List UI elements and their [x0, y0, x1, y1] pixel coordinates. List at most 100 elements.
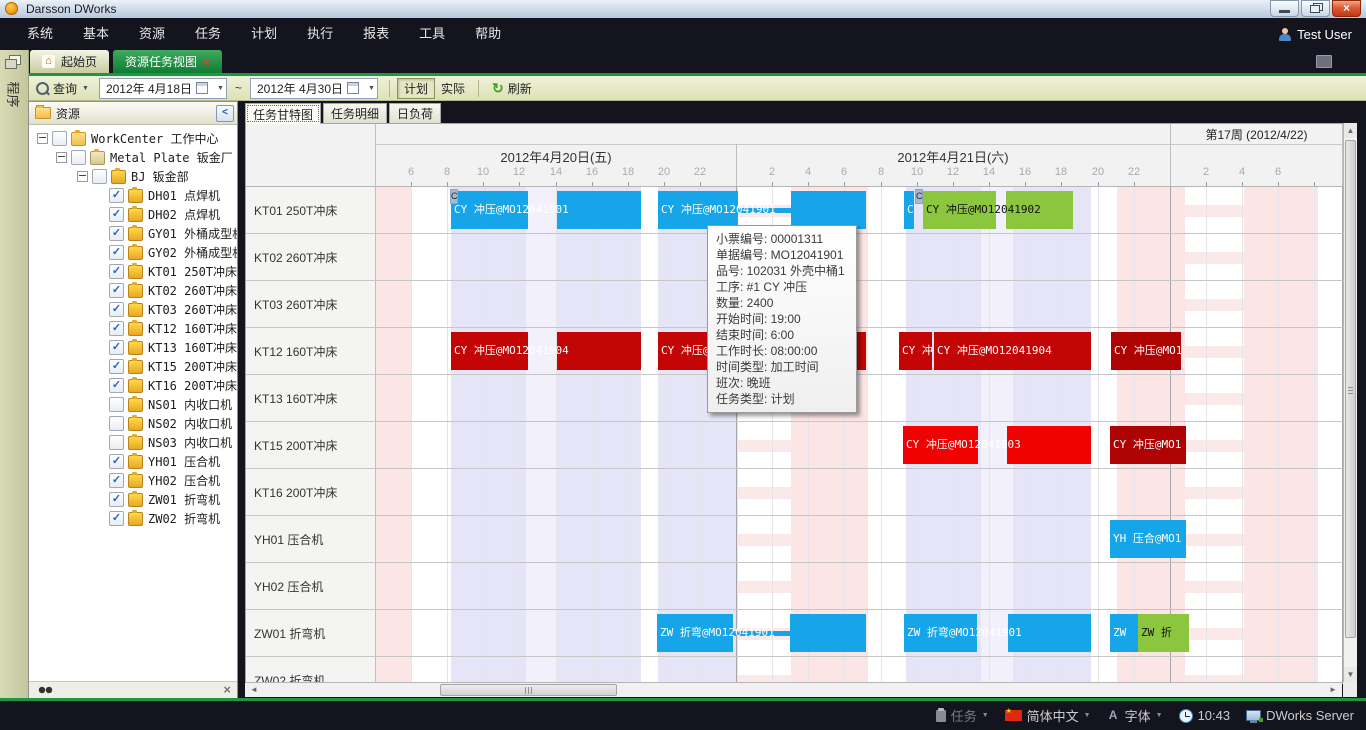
scroll-down-icon[interactable]: ▼ [1344, 667, 1357, 682]
vertical-scroll-thumb[interactable] [1345, 140, 1356, 638]
collapse-panel-button[interactable]: < [216, 105, 234, 122]
expand-toggle-icon[interactable] [77, 171, 88, 182]
close-icon[interactable]: × [203, 56, 210, 68]
tree-item-17[interactable]: ✓YH01 压合机 [29, 452, 237, 471]
task-bar[interactable]: C [904, 191, 914, 229]
tree-item-5[interactable]: ✓GY01 外桶成型机 [29, 224, 237, 243]
horizontal-scrollbar[interactable]: ◄ ► [245, 682, 1342, 697]
task-bar[interactable]: CY 冲压@MO12041902 [923, 191, 996, 229]
tree-checkbox[interactable] [109, 397, 124, 412]
menu-item-6[interactable]: 报表 [348, 18, 404, 50]
tab-0[interactable]: ⌂起始页 [30, 50, 109, 73]
tree-item-14[interactable]: NS01 内收口机 [29, 395, 237, 414]
tree-item-1[interactable]: Metal Plate 钣金厂 [29, 148, 237, 167]
statusbar-item-3[interactable]: 10:43 [1179, 708, 1231, 723]
task-bar[interactable]: ZW 折 [1138, 614, 1189, 652]
tree-checkbox[interactable]: ✓ [109, 492, 124, 507]
tab-1[interactable]: 资源任务视图× [113, 50, 222, 73]
statusbar-item-2[interactable]: 字体▼ [1107, 706, 1163, 725]
tree-item-11[interactable]: ✓KT13 160T冲床 [29, 338, 237, 357]
task-bar[interactable] [791, 191, 866, 229]
expand-toggle-icon[interactable] [37, 133, 48, 144]
restore-button[interactable] [1301, 0, 1330, 17]
task-bar[interactable] [557, 191, 641, 229]
task-bar[interactable]: CY 冲压@MO12041904 [451, 332, 528, 370]
tree-item-10[interactable]: ✓KT12 160T冲床 [29, 319, 237, 338]
gantt-subtab-1[interactable]: 任务明细 [323, 103, 387, 123]
tree-checkbox[interactable]: ✓ [109, 359, 124, 374]
task-handle[interactable]: C [450, 189, 458, 204]
user-info[interactable]: Test User [1279, 18, 1352, 50]
tree-checkbox[interactable] [109, 416, 124, 431]
tree-item-7[interactable]: ✓KT01 250T冲床 [29, 262, 237, 281]
date-to-field[interactable]: 2012年 4月30日 ▼ [250, 78, 378, 99]
horizontal-scroll-thumb[interactable] [440, 684, 617, 696]
tree-checkbox[interactable]: ✓ [109, 340, 124, 355]
tree-item-20[interactable]: ✓ZW02 折弯机 [29, 509, 237, 528]
tree-item-4[interactable]: ✓DH02 点焊机 [29, 205, 237, 224]
menu-item-8[interactable]: 帮助 [460, 18, 516, 50]
tree-checkbox[interactable]: ✓ [109, 454, 124, 469]
tree-checkbox[interactable]: ✓ [109, 283, 124, 298]
statusbar-item-0[interactable]: 任务▼ [936, 706, 989, 725]
scroll-up-icon[interactable]: ▲ [1344, 123, 1357, 138]
tree-item-2[interactable]: BJ 钣金部 [29, 167, 237, 186]
tree-item-8[interactable]: ✓KT02 260T冲床 [29, 281, 237, 300]
tree-checkbox[interactable]: ✓ [109, 245, 124, 260]
statusbar-item-4[interactable]: DWorks Server [1246, 708, 1354, 723]
vertical-scrollbar[interactable]: ▲ ▼ [1343, 123, 1357, 682]
menu-item-5[interactable]: 执行 [292, 18, 348, 50]
scroll-right-icon[interactable]: ► [1326, 683, 1340, 697]
task-bar[interactable] [557, 332, 641, 370]
tree-checkbox[interactable] [92, 169, 107, 184]
tree-item-15[interactable]: NS02 内收口机 [29, 414, 237, 433]
tree-item-6[interactable]: ✓GY02 外桶成型机 [29, 243, 237, 262]
plan-toggle-button[interactable]: 计划 [397, 78, 435, 99]
tree-checkbox[interactable]: ✓ [109, 188, 124, 203]
statusbar-item-1[interactable]: 简体中文▼ [1005, 706, 1091, 725]
menu-item-4[interactable]: 计划 [236, 18, 292, 50]
task-bar[interactable]: ZW 折弯@MO12041901 [657, 614, 733, 652]
actual-toggle-button[interactable]: 实际 [435, 79, 471, 98]
task-bar[interactable]: ZW [1110, 614, 1138, 652]
clear-icon[interactable]: × [223, 682, 231, 697]
screen-icon[interactable] [1316, 55, 1332, 68]
tree-item-13[interactable]: ✓KT16 200T冲床 [29, 376, 237, 395]
tree-checkbox[interactable] [109, 435, 124, 450]
task-bar[interactable]: YH 压合@MO1 [1110, 520, 1186, 558]
menu-item-1[interactable]: 基本 [68, 18, 124, 50]
task-handle[interactable]: C [915, 189, 923, 204]
tree-item-19[interactable]: ✓ZW01 折弯机 [29, 490, 237, 509]
task-bar[interactable]: CY 冲压@MO12041904 [934, 332, 1091, 370]
tree-checkbox[interactable] [71, 150, 86, 165]
find-icon[interactable] [38, 685, 53, 695]
tree-checkbox[interactable] [52, 131, 67, 146]
program-strip-label[interactable]: 程序 [5, 82, 24, 106]
tree-item-18[interactable]: ✓YH02 压合机 [29, 471, 237, 490]
task-bar[interactable] [790, 614, 866, 652]
tree-item-16[interactable]: NS03 内收口机 [29, 433, 237, 452]
tree-checkbox[interactable]: ✓ [109, 207, 124, 222]
menu-item-2[interactable]: 资源 [124, 18, 180, 50]
task-bar[interactable]: CY 冲压@MO1 [1111, 332, 1181, 370]
refresh-button[interactable]: ↻ 刷新 [486, 79, 538, 98]
scroll-left-icon[interactable]: ◄ [247, 683, 261, 697]
task-bar[interactable]: CY 冲压@MO12041901 [658, 191, 738, 229]
tree-checkbox[interactable]: ✓ [109, 264, 124, 279]
tree-item-9[interactable]: ✓KT03 260T冲床 [29, 300, 237, 319]
task-bar[interactable]: ZW 折弯@MO12041901 [904, 614, 977, 652]
tree-checkbox[interactable]: ✓ [109, 226, 124, 241]
gantt-subtab-2[interactable]: 日负荷 [389, 103, 441, 123]
tree-item-12[interactable]: ✓KT15 200T冲床 [29, 357, 237, 376]
program-panel-icon[interactable] [5, 55, 21, 69]
gantt-subtab-0[interactable]: 任务甘特图 [245, 103, 321, 124]
tree-checkbox[interactable]: ✓ [109, 511, 124, 526]
task-bar[interactable]: CY 冲压@MO12041901 [451, 191, 528, 229]
date-from-field[interactable]: 2012年 4月18日 ▼ [99, 78, 227, 99]
tree-checkbox[interactable]: ✓ [109, 378, 124, 393]
tree-item-0[interactable]: WorkCenter 工作中心 [29, 129, 237, 148]
menu-item-0[interactable]: 系统 [12, 18, 68, 50]
task-bar[interactable]: CY 冲 [899, 332, 932, 370]
tree-checkbox[interactable]: ✓ [109, 473, 124, 488]
tree-checkbox[interactable]: ✓ [109, 302, 124, 317]
